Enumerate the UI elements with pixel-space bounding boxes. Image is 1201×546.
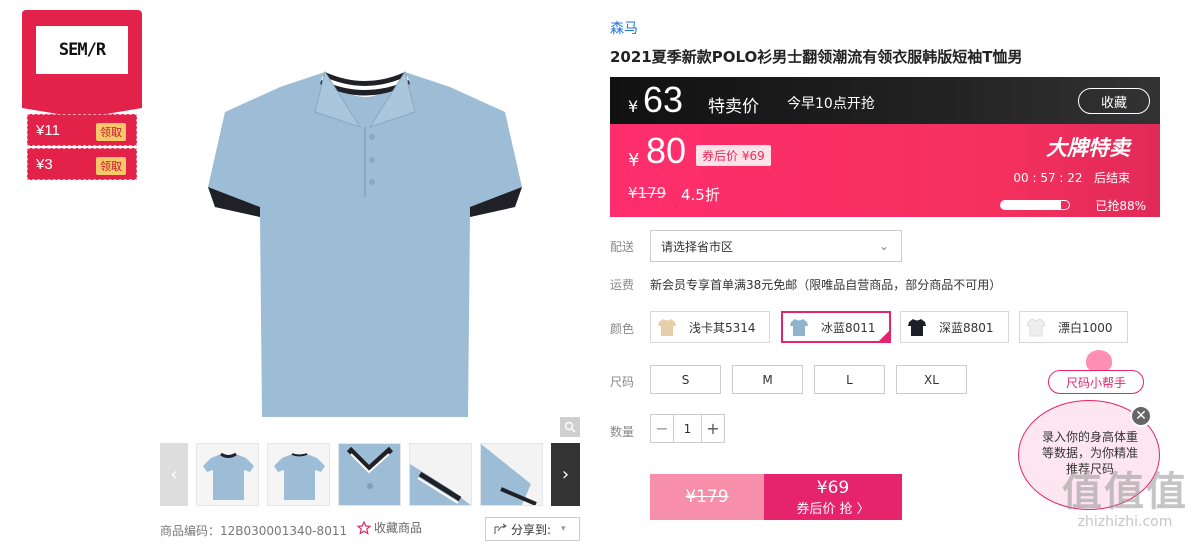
favorite-label: 收藏商品: [374, 521, 423, 535]
brand-badge[interactable]: SEM/R: [22, 10, 142, 118]
shipping-label: 运费: [610, 278, 635, 292]
buy-price: ¥69: [816, 478, 850, 498]
color-option-label: 漂白1000: [1058, 320, 1113, 335]
flash-sale-banner: ¥ 63 特卖价 今早10点开抢 收藏: [610, 77, 1160, 124]
flash-price: 63: [643, 79, 684, 120]
delivery-label: 配送: [610, 240, 635, 254]
sold-progress-bar: [1000, 200, 1070, 210]
thumbnail-3[interactable]: [338, 443, 401, 506]
caret-down-icon: ▾: [561, 524, 566, 534]
buy-with-coupon-button[interactable]: ¥69 券后价 抢 〉: [764, 474, 902, 520]
thumbnail-next-button[interactable]: ›: [551, 443, 580, 506]
share-label: 分享到:: [511, 522, 552, 537]
coupon-11[interactable]: ¥11 领取: [27, 114, 137, 146]
quantity-label: 数量: [610, 425, 635, 439]
sold-percent-text: 已抢88%: [1095, 199, 1146, 213]
thumbnail-prev-button[interactable]: ‹: [160, 443, 188, 506]
sold-progress-fill: [1001, 201, 1061, 209]
sku-value: 12B030001340-8011: [220, 524, 348, 538]
quantity-minus-button[interactable]: −: [651, 415, 673, 442]
currency-symbol: ¥: [628, 97, 639, 116]
size-option-m[interactable]: M: [732, 365, 803, 394]
price-panel: ¥ 80 券后价 ¥69 ¥179 4.5折 大牌特卖 00 : 57 : 22…: [610, 124, 1160, 217]
coupon-amount: ¥3: [36, 155, 53, 173]
favorite-product-button[interactable]: 收藏商品: [357, 519, 422, 536]
event-name: 大牌特卖: [1046, 136, 1130, 160]
region-select[interactable]: 请选择省市区 ⌄: [650, 230, 902, 262]
close-icon[interactable]: ✕: [1130, 405, 1152, 427]
chevron-left-icon: ‹: [170, 464, 178, 485]
size-helper-tag[interactable]: 尺码小帮手: [1048, 370, 1144, 394]
chevron-down-icon: ⌄: [878, 239, 889, 253]
color-option-white[interactable]: 漂白1000: [1019, 311, 1128, 343]
flash-price-label: 特卖价: [708, 97, 759, 117]
coupon-amount: ¥11: [36, 121, 60, 139]
coupon-3[interactable]: ¥3 领取: [27, 148, 137, 180]
flash-favorite-button[interactable]: 收藏: [1078, 88, 1150, 114]
coupon-claim-button[interactable]: 领取: [96, 157, 126, 175]
after-coupon-badge: 券后价 ¥69: [696, 145, 771, 166]
sku-label: 商品编码：: [160, 524, 221, 538]
original-price-button[interactable]: ¥179: [650, 474, 764, 520]
countdown-suffix: 后结束: [1093, 171, 1130, 185]
brand-logo: SEM/R: [36, 26, 128, 74]
current-price: 80: [646, 130, 687, 171]
quantity-value[interactable]: 1: [673, 415, 702, 442]
thumbnail-5[interactable]: [480, 443, 543, 506]
product-main-image[interactable]: [160, 12, 580, 437]
color-label: 颜色: [610, 322, 635, 336]
flash-start-time: 今早10点开抢: [787, 96, 875, 112]
size-option-s[interactable]: S: [650, 365, 721, 394]
thumbnail-1[interactable]: [196, 443, 259, 506]
ice-blue-shirt-swatch: [787, 315, 811, 339]
color-option-label: 深蓝8801: [939, 320, 994, 335]
thumbnail-2[interactable]: [267, 443, 330, 506]
size-option-xl[interactable]: XL: [896, 365, 967, 394]
color-option-navy[interactable]: 深蓝8801: [900, 311, 1009, 343]
region-select-value: 请选择省市区: [661, 239, 734, 254]
mascot-icon: [1086, 350, 1112, 372]
site-watermark: 值值值 zhizhizhi.com: [1052, 470, 1198, 530]
color-option-label: 冰蓝8011: [821, 320, 876, 335]
watermark-logo: 值值值: [1062, 469, 1188, 515]
size-label: 尺码: [610, 375, 635, 389]
quantity-plus-button[interactable]: +: [702, 415, 724, 442]
discount-rate: 4.5折: [681, 186, 720, 204]
shipping-info: 新会员专享首单满38元免邮（限唯品自营商品，部分商品不可用）: [650, 278, 1002, 292]
countdown-timer: 00 : 57 : 22 后结束: [1013, 169, 1130, 186]
buy-cta: 券后价 抢 〉: [796, 502, 870, 517]
color-option-label: 浅卡其5314: [689, 320, 756, 335]
sku-line: 商品编码：12B030001340-8011: [160, 522, 347, 539]
polo-shirt-image: [208, 70, 522, 417]
watermark-url: zhizhizhi.com: [1077, 514, 1173, 530]
brand-link[interactable]: 森马: [610, 18, 638, 38]
color-option-ice-blue[interactable]: 冰蓝8011: [781, 311, 891, 343]
original-price: ¥179: [628, 184, 667, 202]
share-icon: [494, 523, 507, 534]
zoom-icon[interactable]: [560, 417, 580, 437]
color-option-khaki[interactable]: 浅卡其5314: [650, 311, 770, 343]
share-dropdown[interactable]: 分享到: ▾: [485, 517, 580, 541]
star-icon: [357, 520, 371, 535]
thumbnail-4[interactable]: [409, 443, 472, 506]
countdown-value: 00 : 57 : 22: [1013, 171, 1083, 185]
selected-check-icon: [877, 329, 891, 343]
coupon-claim-button[interactable]: 领取: [96, 123, 126, 141]
khaki-shirt-swatch: [655, 315, 679, 339]
white-shirt-swatch: [1024, 315, 1048, 339]
quantity-stepper[interactable]: − 1 +: [650, 414, 725, 443]
navy-shirt-swatch: [905, 315, 929, 339]
size-option-l[interactable]: L: [814, 365, 885, 394]
product-title: 2021夏季新款POLO衫男士翻领潮流有领衣服韩版短袖T恤男: [610, 48, 1023, 66]
currency-symbol: ¥: [628, 150, 640, 171]
chevron-right-icon: ›: [561, 464, 570, 485]
